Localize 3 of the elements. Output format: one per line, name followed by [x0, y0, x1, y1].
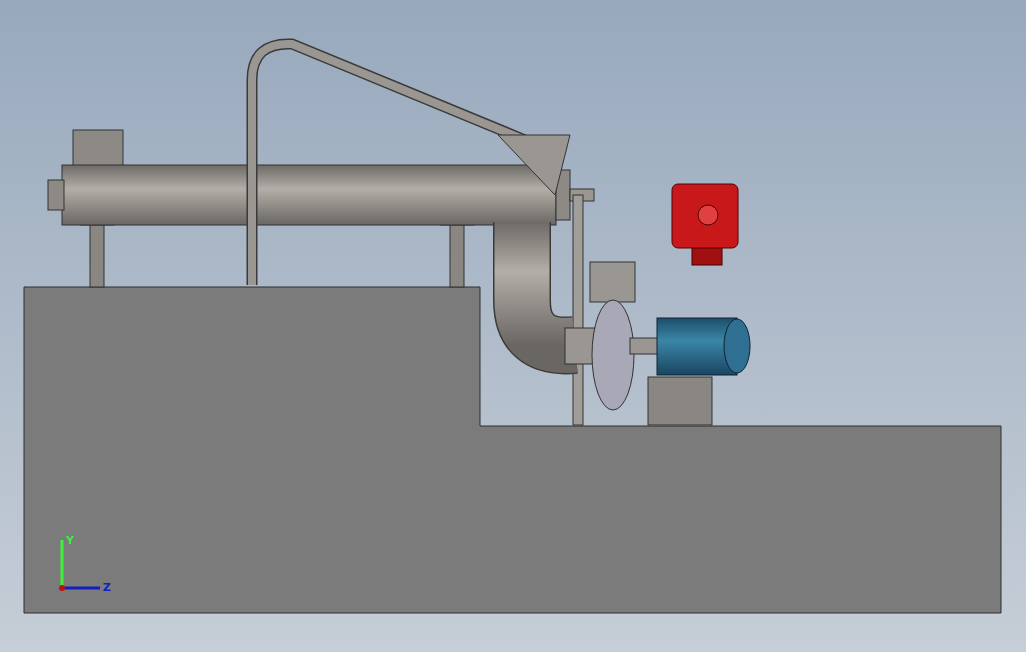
axis-label: Z — [103, 581, 111, 594]
origin-icon — [59, 585, 65, 591]
axis-label: Y — [66, 534, 74, 547]
